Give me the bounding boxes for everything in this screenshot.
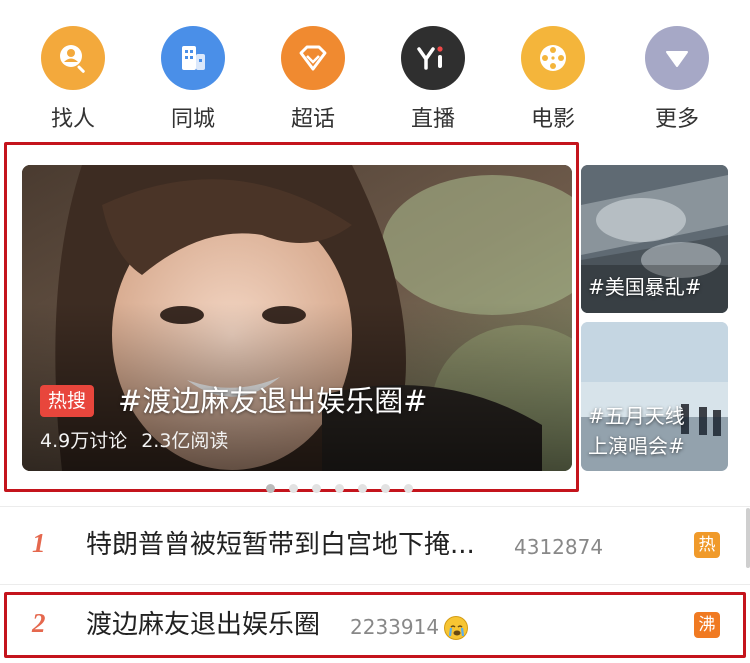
- carousel-dot[interactable]: [404, 484, 413, 493]
- hot-search-page: 找人 同城 超话 直播 电影 更多 热搜 #渡边麻友退出娱乐圈# 4.9万讨论 …: [0, 0, 750, 663]
- heat-value: 4312874: [514, 535, 604, 559]
- nav-live[interactable]: 直播: [378, 26, 488, 136]
- divider: [0, 584, 750, 585]
- carousel-dot[interactable]: [312, 484, 321, 493]
- nav-super-topic[interactable]: 超话: [258, 26, 368, 136]
- side-card-mayday[interactable]: #五月天线 上演唱会#: [581, 322, 728, 471]
- carousel-dot[interactable]: [335, 484, 344, 493]
- highlight-frame-row-2: [4, 592, 746, 658]
- divider: [0, 506, 750, 507]
- nav-more-label: 更多: [654, 107, 699, 132]
- nav-same-city[interactable]: 同城: [138, 26, 248, 136]
- nav-movie[interactable]: 电影: [498, 26, 608, 136]
- quick-nav: 找人 同城 超话 直播 电影 更多: [0, 0, 750, 140]
- nav-find-people-label: 找人: [50, 107, 95, 132]
- side-card-title-line1: #五月天线: [588, 404, 685, 428]
- more-triangle-icon: [645, 26, 709, 90]
- highlight-frame-hero: [4, 142, 579, 492]
- carousel-dot[interactable]: [381, 484, 390, 493]
- hot-tag: 热: [694, 532, 720, 558]
- nav-more[interactable]: 更多: [622, 26, 732, 136]
- carousel-dot[interactable]: [358, 484, 367, 493]
- nav-find-people[interactable]: 找人: [18, 26, 128, 136]
- nav-same-city-label: 同城: [170, 107, 215, 132]
- city-building-icon: [161, 26, 225, 90]
- scroll-edge: [746, 508, 750, 568]
- hot-list-row-1[interactable]: 1 特朗普曾被短暂带到白宫地下掩... 4312874 热: [0, 512, 750, 580]
- nav-movie-label: 电影: [530, 107, 575, 132]
- find-people-icon: [41, 26, 105, 90]
- live-yi-icon: [401, 26, 465, 90]
- nav-super-topic-label: 超话: [290, 107, 335, 132]
- carousel-dot[interactable]: [266, 484, 275, 493]
- side-card-title-line2: 上演唱会#: [588, 434, 685, 458]
- side-card-us-riot[interactable]: #美国暴乱#: [581, 165, 728, 313]
- diamond-icon: [281, 26, 345, 90]
- side-card-title: #美国暴乱#: [588, 275, 702, 299]
- rank-number: 1: [32, 528, 46, 558]
- carousel-dots: [266, 484, 413, 494]
- film-reel-icon: [521, 26, 585, 90]
- nav-live-label: 直播: [410, 107, 455, 132]
- carousel-dot[interactable]: [289, 484, 298, 493]
- topic-title: 特朗普曾被短暂带到白宫地下掩...: [86, 530, 475, 560]
